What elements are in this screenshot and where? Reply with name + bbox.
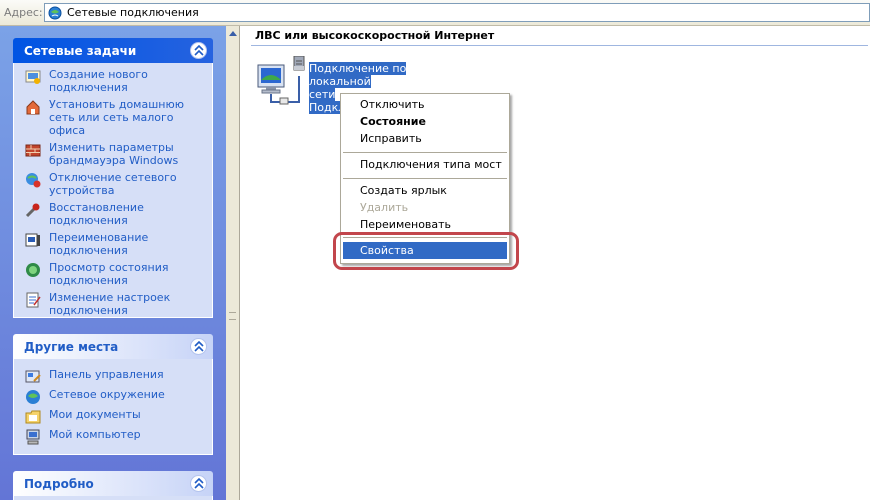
task-label: Просмотр состояния подключения: [49, 261, 169, 287]
connection-name-line2: сети: [309, 88, 336, 101]
repair-icon: [25, 203, 40, 218]
other-places-title: Другие места: [24, 340, 119, 354]
task-label: Переименование подключения: [49, 231, 149, 257]
task-change-settings[interactable]: Изменение настроек подключения: [14, 291, 212, 317]
network-tasks-group: Сетевые задачи Создание нового подключен…: [13, 38, 213, 318]
status-icon: [26, 263, 40, 277]
settings-icon: [26, 292, 41, 308]
menu-item-create-shortcut[interactable]: Создать ярлык: [343, 182, 507, 199]
my-computer-icon: [26, 429, 40, 445]
task-label: Изменить параметры брандмауэра Windows: [49, 141, 179, 167]
place-label: Сетевое окружение: [49, 388, 165, 401]
lan-connection-icon[interactable]: [256, 56, 308, 106]
task-repair[interactable]: Восстановление подключения: [14, 201, 212, 227]
task-label: Установить домашнюю сеть или сеть малого…: [49, 98, 184, 137]
my-documents-icon: [25, 410, 41, 424]
network-places-icon: [26, 390, 40, 404]
double-chevron-up-icon: [194, 45, 204, 56]
place-control-panel[interactable]: Панель управления: [14, 368, 212, 383]
task-rename[interactable]: Переименование подключения: [14, 231, 212, 257]
task-label: Отключение сетевого устройства: [49, 171, 177, 197]
task-pane: Сетевые задачи Создание нового подключен…: [0, 26, 226, 500]
group-header: ЛВС или высокоскоростной Интернет: [255, 29, 495, 42]
other-places-group: Другие места Панель управления Сетевое о…: [13, 334, 213, 455]
splitter-grip[interactable]: [229, 312, 236, 320]
address-bar: Адрес: Сетевые подключения: [0, 0, 870, 26]
details-group: Подробно: [13, 471, 213, 500]
menu-item-status[interactable]: Состояние: [343, 113, 507, 130]
details-body: [13, 496, 213, 500]
network-tasks-list: Создание нового подключения Установить д…: [13, 63, 213, 318]
network-tasks-header[interactable]: Сетевые задачи: [13, 38, 213, 63]
task-home-network[interactable]: Установить домашнюю сеть или сеть малого…: [14, 98, 212, 137]
double-chevron-up-icon: [194, 341, 204, 352]
control-panel-icon: [25, 370, 41, 383]
connection-name-line1: Подключение по локальной: [309, 62, 407, 88]
collapse-button[interactable]: [190, 475, 207, 492]
new-connection-icon: [25, 70, 41, 84]
task-label: Создание нового подключения: [49, 68, 148, 94]
menu-item-rename[interactable]: Переименовать: [343, 216, 507, 233]
task-disable-device[interactable]: Отключение сетевого устройства: [14, 171, 212, 197]
annotation-highlight: [333, 232, 519, 270]
other-places-list: Панель управления Сетевое окружение Мои …: [13, 359, 213, 455]
disable-device-icon: [26, 173, 41, 188]
place-label: Мои документы: [49, 408, 141, 421]
address-label: Адрес:: [4, 6, 43, 19]
menu-item-delete[interactable]: Удалить: [343, 199, 507, 216]
menu-separator: [343, 178, 507, 179]
place-label: Панель управления: [49, 368, 164, 381]
task-label: Восстановление подключения: [49, 201, 144, 227]
address-value: Сетевые подключения: [67, 6, 199, 19]
task-firewall[interactable]: Изменить параметры брандмауэра Windows: [14, 141, 212, 167]
task-label: Изменение настроек подключения: [49, 291, 171, 317]
menu-item-repair[interactable]: Исправить: [343, 130, 507, 147]
rename-icon: [25, 233, 40, 247]
menu-separator: [343, 152, 507, 153]
place-my-documents[interactable]: Мои документы: [14, 408, 212, 424]
place-network-places[interactable]: Сетевое окружение: [14, 388, 212, 404]
collapse-pane-arrow-icon[interactable]: [229, 30, 237, 36]
menu-item-disconnect[interactable]: Отключить: [343, 96, 507, 113]
place-my-computer[interactable]: Мой компьютер: [14, 428, 212, 445]
place-label: Мой компьютер: [49, 428, 141, 441]
task-new-connection[interactable]: Создание нового подключения: [14, 68, 212, 94]
other-places-header[interactable]: Другие места: [13, 334, 213, 359]
home-network-icon: [26, 100, 40, 115]
network-connections-icon: [48, 6, 62, 20]
pane-splitter[interactable]: [226, 26, 240, 500]
address-field[interactable]: Сетевые подключения: [44, 3, 870, 22]
firewall-icon: [25, 144, 41, 157]
details-title: Подробно: [24, 477, 94, 491]
menu-item-bridge[interactable]: Подключения типа мост: [343, 156, 507, 173]
collapse-button[interactable]: [190, 338, 207, 355]
group-header-divider: [251, 45, 868, 46]
task-view-status[interactable]: Просмотр состояния подключения: [14, 261, 212, 287]
details-header[interactable]: Подробно: [13, 471, 213, 496]
double-chevron-up-icon: [194, 478, 204, 489]
collapse-button[interactable]: [190, 42, 207, 59]
network-tasks-title: Сетевые задачи: [24, 44, 137, 58]
